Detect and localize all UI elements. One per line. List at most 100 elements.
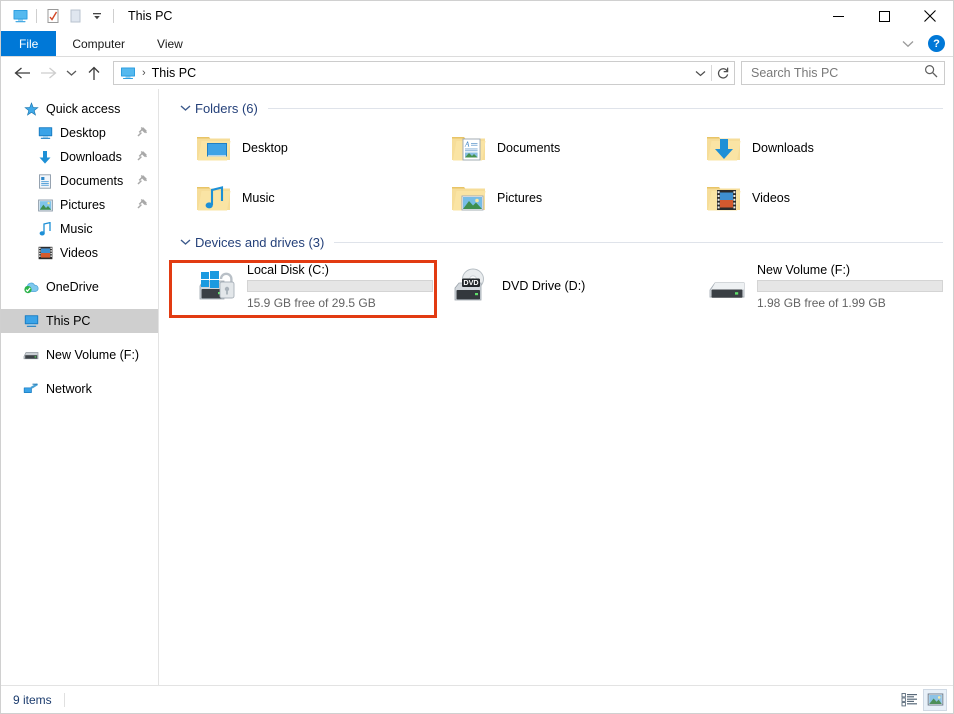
folder-music-icon	[195, 179, 233, 217]
breadcrumb-this-pc-icon	[119, 65, 137, 81]
chevron-down-icon[interactable]	[177, 100, 193, 116]
sidebar-item-music[interactable]: Music	[1, 217, 158, 241]
tab-file[interactable]: File	[1, 31, 57, 56]
sidebar-item-downloads[interactable]: Downloads	[1, 145, 158, 169]
address-dropdown-icon[interactable]	[689, 62, 711, 84]
breadcrumb-current[interactable]: This PC	[152, 66, 196, 80]
sidebar-item-onedrive[interactable]: OneDrive	[1, 275, 158, 299]
new-folder-icon[interactable]	[64, 5, 86, 27]
removable-drive-icon	[705, 265, 751, 307]
quick-access-toolbar	[9, 5, 119, 27]
sidebar-item-network[interactable]: Network	[1, 377, 158, 401]
pin-icon[interactable]	[137, 150, 148, 164]
help-icon[interactable]: ?	[928, 35, 945, 52]
status-bar: 9 items	[1, 685, 953, 713]
refresh-icon[interactable]	[712, 62, 734, 84]
music-icon	[37, 221, 53, 237]
list-item[interactable]: Local Disk (C:) 15.9 GB free of 29.5 GB	[173, 257, 433, 315]
folder-pictures-icon	[450, 179, 488, 217]
sidebar-item-quick-access[interactable]: Quick access	[1, 97, 158, 121]
sidebar-label: This PC	[46, 314, 91, 328]
sidebar-item-this-pc[interactable]: This PC	[1, 309, 158, 333]
drive-info: Local Disk (C:) 15.9 GB free of 29.5 GB	[247, 263, 433, 310]
sidebar-label: Pictures	[60, 198, 106, 212]
pin-icon[interactable]	[137, 198, 148, 212]
sidebar-item-desktop[interactable]: Desktop	[1, 121, 158, 145]
capacity-bar	[757, 279, 943, 292]
list-item[interactable]: A Documents	[428, 123, 683, 173]
file-list-pane: Folders (6) Desktop A Documents Download…	[159, 89, 953, 685]
drive-free-space: 1.98 GB free of 1.99 GB	[757, 295, 886, 310]
item-label: Music	[242, 191, 275, 205]
sidebar-label: Desktop	[60, 126, 106, 140]
group-divider	[267, 107, 943, 109]
pin-icon[interactable]	[137, 174, 148, 188]
this-pc-icon	[23, 313, 39, 329]
downloads-icon	[37, 149, 53, 165]
properties-icon[interactable]	[42, 5, 64, 27]
details-view-icon[interactable]	[897, 689, 921, 711]
sidebar-item-videos[interactable]: Videos	[1, 241, 158, 265]
list-item[interactable]: DVD DVD Drive (D:)	[428, 257, 683, 315]
forward-button	[35, 60, 61, 86]
list-item[interactable]: Music	[173, 173, 428, 223]
sidebar-label: Network	[46, 382, 92, 396]
list-item[interactable]: New Volume (F:) 1.98 GB free of 1.99 GB	[683, 257, 943, 315]
ribbon-tab-bar: File Computer View ?	[1, 31, 953, 57]
videos-icon	[37, 245, 53, 261]
sidebar-label: Downloads	[60, 150, 122, 164]
desktop-icon	[37, 125, 53, 141]
minimize-button[interactable]	[815, 1, 861, 31]
folder-desktop-icon	[195, 129, 233, 167]
drive-info: DVD Drive (D:)	[502, 279, 585, 293]
list-item[interactable]: Desktop	[173, 123, 428, 173]
svg-text:DVD: DVD	[463, 278, 478, 287]
item-label: Pictures	[497, 191, 543, 205]
breadcrumb[interactable]: › This PC	[113, 61, 735, 85]
group-header-devices[interactable]: Devices and drives (3)	[173, 231, 949, 253]
ribbon-right-controls: ?	[898, 31, 953, 56]
folder-documents-icon: A	[450, 129, 488, 167]
sidebar-item-pictures[interactable]: Pictures	[1, 193, 158, 217]
search-box[interactable]: Search This PC	[741, 61, 945, 85]
recent-locations-button[interactable]	[61, 60, 81, 86]
up-button[interactable]	[81, 60, 107, 86]
sidebar-label: OneDrive	[46, 280, 99, 294]
folder-downloads-icon	[705, 129, 743, 167]
dvd-drive-icon: DVD	[450, 265, 496, 307]
toolbar-divider-2	[113, 9, 114, 23]
chevron-down-icon[interactable]	[898, 34, 918, 54]
toolbar-divider	[36, 9, 37, 23]
drive-name: DVD Drive (D:)	[502, 279, 586, 293]
sidebar-label: New Volume (F:)	[46, 348, 140, 362]
sidebar-item-documents[interactable]: Documents	[1, 169, 158, 193]
customize-dropdown-icon[interactable]	[86, 5, 108, 27]
list-item[interactable]: Pictures	[428, 173, 683, 223]
group-header-folders[interactable]: Folders (6)	[173, 97, 949, 119]
chevron-down-icon[interactable]	[177, 234, 193, 250]
svg-text:A: A	[464, 141, 470, 149]
view-toggle-group	[897, 688, 947, 711]
star-icon	[23, 101, 39, 117]
window-title: This PC	[128, 9, 173, 23]
network-icon	[23, 381, 39, 397]
pin-icon[interactable]	[137, 126, 148, 140]
list-item[interactable]: Videos	[683, 173, 938, 223]
list-item[interactable]: Downloads	[683, 123, 938, 173]
search-input[interactable]: Search This PC	[751, 66, 924, 80]
item-label: Downloads	[752, 141, 814, 155]
group-divider	[334, 241, 943, 243]
sidebar-label: Videos	[60, 246, 98, 260]
tab-computer[interactable]: Computer	[56, 31, 141, 56]
tab-view[interactable]: View	[141, 31, 199, 56]
close-button[interactable]	[907, 1, 953, 31]
documents-icon	[37, 173, 53, 189]
item-label: Videos	[752, 191, 790, 205]
maximize-button[interactable]	[861, 1, 907, 31]
main-body: Quick access Desktop Downloads Documents…	[1, 89, 953, 685]
back-button[interactable]	[9, 60, 35, 86]
large-icons-view-icon[interactable]	[923, 688, 947, 711]
window-controls	[815, 1, 953, 31]
sidebar-item-new-volume-f[interactable]: New Volume (F:)	[1, 343, 158, 367]
